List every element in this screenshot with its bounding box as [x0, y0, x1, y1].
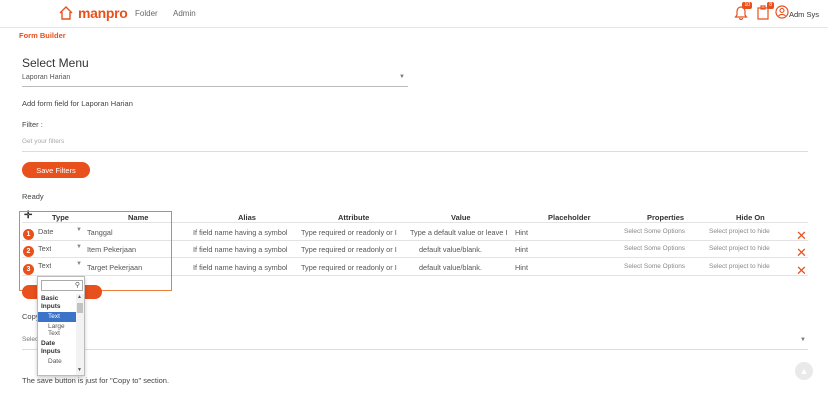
- user-avatar[interactable]: [775, 4, 789, 25]
- tasks-badge: 8: [767, 2, 774, 9]
- attribute-input[interactable]: Type required or readonly or I: [301, 228, 419, 237]
- nav-folder[interactable]: Folder: [135, 9, 158, 18]
- page-header: Form Builder: [0, 28, 828, 43]
- nav-admin[interactable]: Admin: [173, 9, 196, 18]
- add-form-label: Add form field for Laporan Harian: [22, 99, 133, 108]
- copy-to-select[interactable]: Selec: [22, 336, 38, 343]
- caret-down-icon[interactable]: ▼: [399, 74, 405, 80]
- scrollbar-thumb[interactable]: [77, 303, 83, 313]
- page-title: Form Builder: [19, 31, 66, 40]
- dropdown-options: Basic Inputs Text Large Text Date Inputs…: [38, 294, 76, 366]
- caret-down-icon[interactable]: ▼: [800, 337, 806, 343]
- scroll-down-icon[interactable]: ▼: [77, 367, 82, 373]
- option-date[interactable]: Date: [38, 357, 76, 367]
- value-input[interactable]: default value/blank.: [419, 245, 482, 254]
- properties-select[interactable]: Select Some Options: [624, 263, 685, 270]
- dropdown-scrollbar[interactable]: ▲ ▼: [76, 294, 84, 375]
- hide-on-select[interactable]: Select project to hide: [709, 263, 770, 270]
- footer-note: The save button is just for "Copy to" se…: [22, 376, 170, 385]
- option-text[interactable]: Text: [38, 312, 76, 322]
- scroll-to-top-button[interactable]: ▲: [795, 362, 813, 380]
- alias-input[interactable]: If field name having a symbol: [193, 263, 297, 272]
- properties-select[interactable]: Select Some Options: [624, 245, 685, 252]
- search-icon: ⚲: [74, 282, 80, 289]
- option-group-label: Date Inputs: [41, 339, 61, 355]
- type-dropdown[interactable]: ⚲ Basic Inputs Text Large Text Date Inpu…: [37, 276, 85, 376]
- logo-text: manpro: [78, 5, 128, 21]
- home-logo-icon: [59, 6, 73, 20]
- save-filters-button[interactable]: Save Filters: [22, 162, 90, 178]
- header-placeholder: Placeholder: [548, 213, 591, 222]
- logo[interactable]: manpro: [58, 5, 128, 21]
- option-group-label: Basic Inputs: [41, 295, 61, 310]
- filter-label: Filter :: [22, 120, 43, 129]
- value-input[interactable]: Type a default value or leave I: [410, 228, 518, 237]
- scroll-up-icon[interactable]: ▲: [77, 294, 82, 300]
- header-alias: Alias: [238, 213, 256, 222]
- header-hide-on: Hide On: [736, 213, 765, 222]
- top-navbar: manpro Folder Admin 10 8 Adm Sys: [0, 0, 828, 28]
- filter-input[interactable]: Get your filters: [22, 138, 64, 145]
- copy-underline: [22, 349, 808, 350]
- menu-select-underline: [22, 86, 408, 87]
- placeholder-input[interactable]: Hint: [515, 228, 528, 237]
- notification-bell[interactable]: 10: [734, 2, 752, 25]
- option-large-text[interactable]: Large Text: [38, 322, 76, 339]
- placeholder-input[interactable]: Hint: [515, 263, 528, 272]
- tasks-icon-button[interactable]: 8: [756, 2, 774, 25]
- notification-badge: 10: [742, 2, 752, 9]
- hide-on-select[interactable]: Select project to hide: [709, 228, 770, 235]
- alias-input[interactable]: If field name having a symbol: [193, 245, 297, 254]
- alias-input[interactable]: If field name having a symbol: [193, 228, 297, 237]
- menu-select[interactable]: Laporan Harian: [22, 74, 70, 81]
- filter-underline: [22, 151, 808, 152]
- value-input[interactable]: default value/blank.: [419, 263, 482, 272]
- select-menu-heading: Select Menu: [22, 56, 89, 70]
- header-properties: Properties: [647, 213, 685, 222]
- placeholder-input[interactable]: Hint: [515, 245, 528, 254]
- user-circle-icon: [775, 5, 789, 19]
- user-name[interactable]: Adm Sys: [789, 10, 819, 19]
- properties-select[interactable]: Select Some Options: [624, 228, 685, 235]
- hide-on-select[interactable]: Select project to hide: [709, 245, 770, 252]
- status-text: Ready: [22, 192, 44, 201]
- dropdown-search-input[interactable]: ⚲: [41, 280, 83, 291]
- header-value: Value: [451, 213, 471, 222]
- header-attribute: Attribute: [338, 213, 370, 222]
- attribute-input[interactable]: Type required or readonly or I: [301, 245, 419, 254]
- attribute-input[interactable]: Type required or readonly or I: [301, 263, 419, 272]
